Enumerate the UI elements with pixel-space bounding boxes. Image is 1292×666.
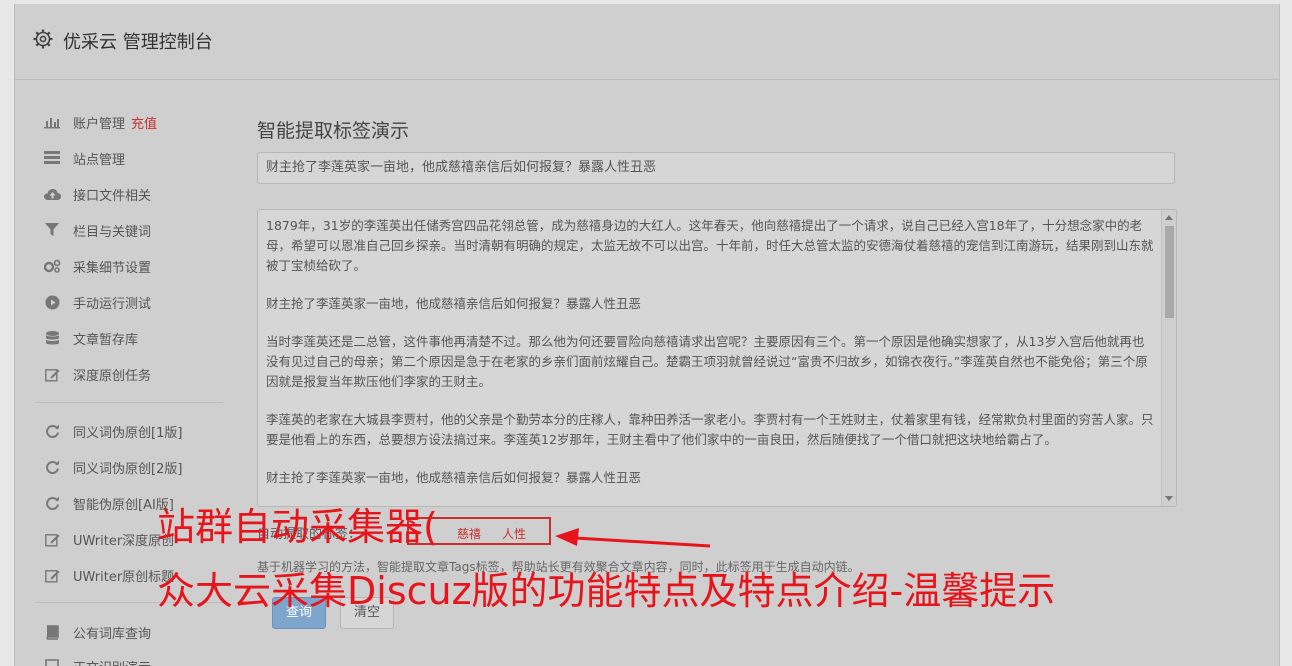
sidebar-item-label: 手动运行测试: [73, 296, 152, 312]
refresh-icon: [43, 458, 61, 476]
sidebar-item-label: 深度原创任务: [73, 368, 152, 384]
sidebar-item-collect-settings[interactable]: 采集细节设置: [43, 254, 151, 278]
sidebar-item-account[interactable]: 账户管理 充值: [43, 110, 157, 134]
tag-item[interactable]: 慈禧: [457, 525, 481, 542]
play-circle-icon: [43, 293, 61, 311]
list-icon: [43, 149, 61, 167]
sidebar-item-label: 正文识别演示: [73, 657, 151, 666]
sidebar-item-label: 公有词库查询: [73, 626, 152, 642]
square-icon: [43, 657, 61, 666]
scroll-down-icon[interactable]: [1165, 496, 1173, 501]
content-paragraph: 财主抢了李莲英家一亩地，他成慈禧亲信后如何报复？暴露人性丑恶: [266, 470, 642, 485]
sidebar-item-columns-keywords[interactable]: 栏目与关键词: [43, 218, 151, 242]
article-content-textarea[interactable]: 1879年，31岁的李莲英出任储秀宫四品花翎总管，成为慈禧身边的大红人。这年春天…: [257, 209, 1177, 507]
sidebar-item-label: 同义词伪原创[1版]: [73, 425, 183, 441]
database-icon: [43, 329, 61, 347]
edit-icon: [43, 566, 61, 584]
content-paragraph: 财主抢了李莲英家一亩地，他成慈禧亲信后如何报复？暴露人性丑恶: [266, 296, 642, 311]
sidebar-item-label: 采集细节设置: [73, 260, 152, 276]
bar-chart-icon: [43, 113, 61, 131]
page: 优采云 管理控制台 账户管理 充值 站点管理 接口文件相关 栏目与关键词 采集细…: [14, 4, 1280, 666]
edit-icon: [43, 530, 61, 548]
article-content-text: 1879年，31岁的李莲英出任储秀宫四品花翎总管，成为慈禧身边的大红人。这年春天…: [266, 216, 1154, 506]
top-bar: 优采云 管理控制台: [15, 4, 1279, 80]
sidebar-item-label: 栏目与关键词: [73, 224, 152, 240]
sidebar-item-article-storage[interactable]: 文章暂存库: [43, 326, 138, 350]
sidebar-item-label: 同义词伪原创[2版]: [73, 461, 183, 477]
sidebar-item-uwriter-deep[interactable]: UWriter深度原创: [43, 527, 174, 551]
refresh-icon: [43, 422, 61, 440]
sidebar-item-manual-test[interactable]: 手动运行测试: [43, 290, 151, 314]
scroll-up-icon[interactable]: [1165, 215, 1173, 220]
sidebar-item-public-dictionary[interactable]: 公有词库查询: [43, 620, 151, 644]
sidebar-item-deep-original-task[interactable]: 深度原创任务: [43, 362, 151, 386]
refresh-icon: [43, 494, 61, 512]
sidebar-item-label: 站点管理: [73, 152, 126, 168]
sidebar-item-uwriter-title[interactable]: UWriter原创标题: [43, 563, 174, 587]
filter-icon: [43, 221, 61, 239]
content-paragraph: 当时李莲英还是二总管，这件事他再清楚不过。那么他为何还要冒险向慈禧请求出宫呢？主…: [266, 334, 1148, 389]
sidebar-item-interface-files[interactable]: 接口文件相关: [43, 182, 151, 206]
recharge-link[interactable]: 充值: [131, 113, 157, 132]
overlay-caption-line1: 站群自动采集器(: [157, 505, 438, 549]
sidebar-item-sites[interactable]: 站点管理: [43, 146, 125, 170]
gear-icon: [33, 29, 53, 49]
content-paragraph: 李莲英的老家在大城县李贾村，他的父亲是个勤劳本分的庄稼人，靠种田养活一家老小。李…: [266, 412, 1154, 447]
tag-item[interactable]: 人性: [502, 525, 526, 542]
gears-icon: [43, 257, 61, 275]
sidebar-item-ai-rewrite[interactable]: 智能伪原创[AI版]: [43, 491, 174, 515]
sidebar-item-synonym-v2[interactable]: 同义词伪原创[2版]: [43, 455, 182, 479]
cloud-upload-icon: [43, 185, 61, 203]
sidebar-item-label: 文章暂存库: [73, 332, 139, 348]
sidebar-item-text-recognition[interactable]: 正文识别演示: [43, 654, 151, 666]
section-heading: 智能提取标签演示: [257, 120, 410, 142]
sidebar-item-label: 账户管理: [73, 116, 126, 132]
article-title-input[interactable]: 财主抢了李莲英家一亩地，他成慈禧亲信后如何报复？暴露人性丑恶: [257, 152, 1175, 184]
content-scrollbar[interactable]: [1161, 210, 1176, 506]
content-paragraph: 1879年，31岁的李莲英出任储秀宫四品花翎总管，成为慈禧身边的大红人。这年春天…: [266, 218, 1154, 273]
page-title: 优采云 管理控制台: [63, 32, 213, 53]
sidebar-divider: [35, 402, 223, 403]
annotation-arrow-icon: [555, 528, 711, 548]
edit-icon: [43, 365, 61, 383]
sidebar-item-synonym-v1[interactable]: 同义词伪原创[1版]: [43, 419, 182, 443]
scrollbar-thumb[interactable]: [1165, 226, 1174, 318]
sidebar-item-label: 接口文件相关: [73, 188, 152, 204]
overlay-caption-line2: 众大云采集Discuz版的功能特点及特点介绍-温馨提示: [157, 569, 1056, 613]
book-icon: [43, 623, 61, 641]
